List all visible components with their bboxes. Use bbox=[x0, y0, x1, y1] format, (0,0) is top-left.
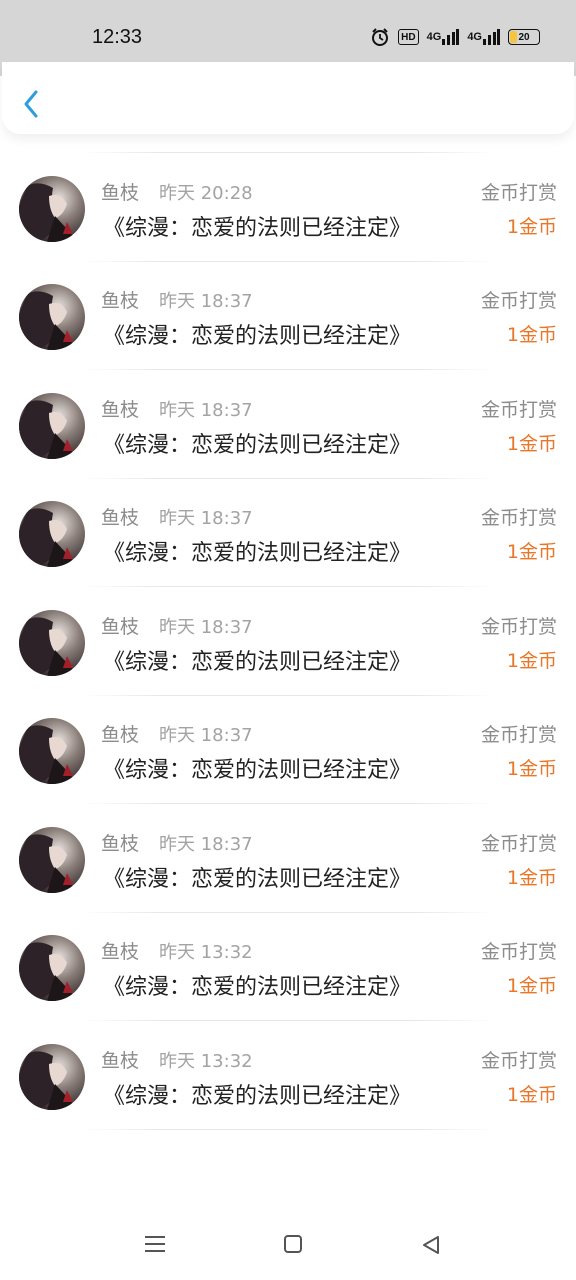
menu-icon bbox=[145, 1236, 165, 1252]
list-item[interactable]: 鱼枝 昨天 18:37 《综漫：恋爱的法则已经注定》 金币打赏 1金币 bbox=[0, 262, 576, 370]
reward-type: 金币打赏 bbox=[480, 290, 557, 312]
timestamp: 昨天 20:28 bbox=[159, 182, 253, 204]
alarm-icon bbox=[370, 27, 390, 47]
reward-type: 金币打赏 bbox=[480, 507, 557, 529]
signal-icon: 4G bbox=[427, 27, 460, 47]
sender-name: 鱼枝 bbox=[101, 941, 140, 963]
back-triangle-icon bbox=[423, 1236, 439, 1254]
book-title: 《综漫：恋爱的法则已经注定》 bbox=[103, 975, 412, 1000]
timestamp: 昨天 18:37 bbox=[159, 616, 253, 638]
status-time: 12:33 bbox=[92, 26, 143, 48]
battery-level: 20 bbox=[518, 31, 530, 43]
list-item[interactable]: 鱼枝 昨天 18:37 《综漫：恋爱的法则已经注定》 金币打赏 1金币 bbox=[0, 371, 576, 479]
list-item[interactable]: 鱼枝 昨天 18:37 《综漫：恋爱的法则已经注定》 金币打赏 1金币 bbox=[0, 696, 576, 804]
reward-type: 金币打赏 bbox=[480, 181, 557, 204]
avatar[interactable] bbox=[19, 718, 85, 784]
list-item[interactable]: 鱼枝 昨天 18:37 《综漫：恋爱的法则已经注定》 金币打赏 1金币 bbox=[0, 479, 576, 587]
book-title: 《综漫：恋爱的法则已经注定》 bbox=[103, 432, 412, 458]
list-item[interactable]: 鱼枝 昨天 20:28 《综漫：恋爱的法则已经注定》 金币打赏 1金币 bbox=[0, 154, 576, 262]
battery-icon: 20 bbox=[508, 29, 540, 45]
timestamp: 昨天 18:37 bbox=[159, 399, 253, 421]
book-title: 《综漫：恋爱的法则已经注定》 bbox=[103, 758, 412, 783]
avatar[interactable] bbox=[19, 175, 85, 242]
avatar[interactable] bbox=[19, 392, 85, 459]
nav-header bbox=[2, 62, 574, 134]
reward-type: 金币打赏 bbox=[480, 941, 557, 963]
sender-name: 鱼枝 bbox=[101, 832, 140, 855]
divider bbox=[80, 1128, 496, 1130]
reward-amount: 1金币 bbox=[506, 649, 557, 672]
reward-amount: 1金币 bbox=[506, 758, 557, 780]
reward-type: 金币打赏 bbox=[480, 615, 557, 638]
list-item[interactable]: 鱼枝 昨天 18:37 《综漫：恋爱的法则已经注定》 金币打赏 1金币 bbox=[0, 805, 576, 913]
home-square-icon bbox=[284, 1235, 302, 1253]
reward-type: 金币打赏 bbox=[480, 1049, 557, 1072]
reward-amount: 1金币 bbox=[506, 541, 557, 563]
timestamp: 昨天 13:32 bbox=[159, 1050, 253, 1072]
reward-type: 金币打赏 bbox=[480, 398, 557, 421]
timestamp: 昨天 18:37 bbox=[159, 725, 253, 746]
reward-type: 金币打赏 bbox=[480, 724, 557, 746]
timestamp: 昨天 18:37 bbox=[159, 291, 253, 312]
signal-icon-2: 4G bbox=[467, 27, 500, 47]
book-title: 《综漫：恋爱的法则已经注定》 bbox=[103, 215, 412, 241]
list-item[interactable]: 鱼枝 昨天 18:37 《综漫：恋爱的法则已经注定》 金币打赏 1金币 bbox=[0, 588, 576, 696]
book-title: 《综漫：恋爱的法则已经注定》 bbox=[103, 649, 412, 675]
reward-type: 金币打赏 bbox=[480, 832, 557, 855]
book-title: 《综漫：恋爱的法则已经注定》 bbox=[103, 866, 412, 892]
reward-amount: 1金币 bbox=[506, 866, 557, 889]
avatar[interactable] bbox=[19, 284, 85, 350]
avatar[interactable] bbox=[19, 935, 85, 1001]
timestamp: 昨天 18:37 bbox=[159, 833, 253, 855]
back-button[interactable] bbox=[20, 88, 44, 120]
timestamp: 昨天 13:32 bbox=[159, 942, 253, 963]
reward-amount: 1金币 bbox=[506, 1083, 557, 1106]
sender-name: 鱼枝 bbox=[101, 290, 140, 312]
system-nav-bar bbox=[0, 1194, 576, 1280]
reward-amount: 1金币 bbox=[506, 324, 557, 346]
menu-button[interactable] bbox=[143, 1234, 167, 1254]
avatar[interactable] bbox=[19, 1043, 85, 1110]
timestamp: 昨天 18:37 bbox=[159, 508, 253, 529]
reward-amount: 1金币 bbox=[506, 432, 557, 455]
system-back-button[interactable] bbox=[420, 1234, 442, 1256]
list-item[interactable]: 鱼枝 昨天 13:32 《综漫：恋爱的法则已经注定》 金币打赏 1金币 bbox=[0, 913, 576, 1021]
status-icons: HD 4G 4G 20 bbox=[370, 27, 540, 47]
book-title: 《综漫：恋爱的法则已经注定》 bbox=[103, 1083, 412, 1109]
avatar[interactable] bbox=[19, 501, 85, 567]
reward-amount: 1金币 bbox=[506, 975, 557, 997]
chevron-left-icon bbox=[24, 90, 38, 118]
avatar[interactable] bbox=[19, 826, 85, 893]
list-item[interactable]: 鱼枝 昨天 13:32 《综漫：恋爱的法则已经注定》 金币打赏 1金币 bbox=[0, 1022, 576, 1130]
sender-name: 鱼枝 bbox=[101, 398, 140, 421]
signal-label-2: 4G bbox=[467, 31, 482, 43]
book-title: 《综漫：恋爱的法则已经注定》 bbox=[103, 324, 412, 349]
hd-icon: HD bbox=[398, 29, 419, 45]
reward-amount: 1金币 bbox=[506, 215, 557, 238]
reward-record-list[interactable]: 鱼枝 昨天 20:28 《综漫：恋爱的法则已经注定》 金币打赏 1金币 鱼枝 昨 bbox=[0, 76, 576, 1194]
battery-fill bbox=[510, 31, 517, 43]
sender-name: 鱼枝 bbox=[101, 1049, 140, 1072]
home-button[interactable] bbox=[283, 1234, 303, 1254]
sender-name: 鱼枝 bbox=[101, 181, 140, 204]
avatar[interactable] bbox=[19, 609, 85, 676]
sender-name: 鱼枝 bbox=[101, 507, 140, 529]
sender-name: 鱼枝 bbox=[101, 724, 140, 746]
sender-name: 鱼枝 bbox=[101, 615, 140, 638]
book-title: 《综漫：恋爱的法则已经注定》 bbox=[103, 541, 412, 566]
signal-label: 4G bbox=[426, 31, 442, 43]
